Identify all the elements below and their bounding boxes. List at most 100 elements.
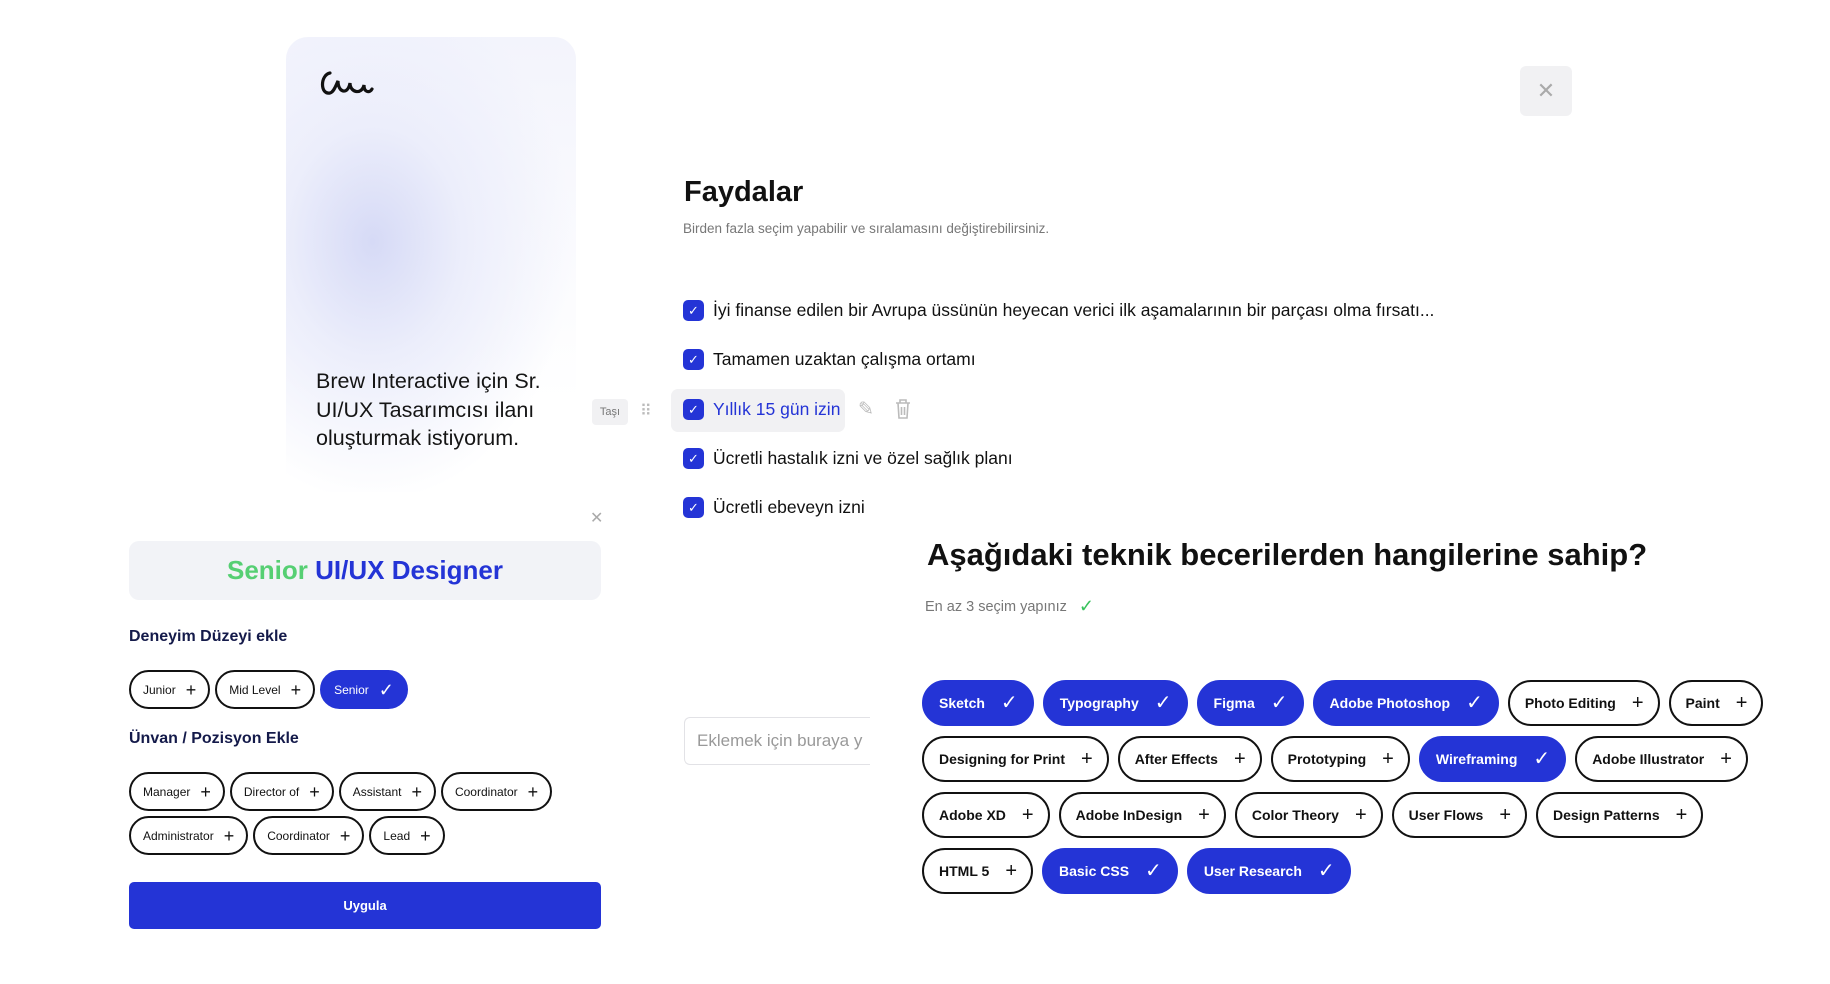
- chip-administrator[interactable]: Administrator +: [129, 816, 249, 855]
- chip-label: HTML 5: [939, 863, 990, 879]
- move-tooltip: Taşı: [592, 399, 628, 425]
- benefit-item[interactable]: ✓ Ücretli hastalık izni ve özel sağlık pl…: [683, 448, 1013, 469]
- apply-button[interactable]: Uygula: [129, 882, 601, 929]
- chip-adobe-illustrator[interactable]: Adobe Illustrator +: [1575, 736, 1748, 782]
- chip-label: Adobe XD: [939, 807, 1006, 823]
- checkbox-checked-icon[interactable]: ✓: [683, 497, 704, 518]
- chip-label: Adobe Illustrator: [1592, 751, 1705, 767]
- job-title: Senior UI/UX Designer: [129, 541, 601, 600]
- chip-adobe-photoshop[interactable]: Adobe Photoshop ✓: [1312, 680, 1499, 726]
- benefit-item[interactable]: ✓ Yıllık 15 gün izin: [683, 399, 840, 420]
- chip-assistant[interactable]: Assistant +: [338, 772, 436, 811]
- chip-label: Color Theory: [1251, 807, 1339, 823]
- chip-figma[interactable]: Figma ✓: [1196, 680, 1304, 726]
- experience-heading: Deneyim Düzeyi ekle: [129, 628, 288, 645]
- chip-label: Administrator: [143, 828, 214, 843]
- chip-label: Adobe Photoshop: [1329, 695, 1451, 711]
- plus-icon: +: [411, 781, 422, 802]
- benefit-item[interactable]: ✓ Tamamen uzaktan çalışma ortamı: [683, 349, 976, 370]
- chip-label: Designing for Print: [939, 751, 1065, 767]
- chip-label: After Effects: [1134, 751, 1218, 767]
- chip-label: Assistant: [352, 784, 402, 799]
- chip-color-theory[interactable]: Color Theory +: [1234, 792, 1383, 838]
- position-chips: Manager + Director of + Assistant + Coordinato…: [129, 772, 553, 855]
- benefit-label: Ücretli hastalık izni ve özel sağlık pla…: [713, 448, 1013, 468]
- chip-prototyping[interactable]: Prototyping +: [1270, 736, 1410, 782]
- chip-typography[interactable]: Typography ✓: [1042, 680, 1188, 726]
- skill-row: Adobe XD + Adobe InDesign + Color Theory + Use…: [922, 792, 1763, 838]
- chip-user-research[interactable]: User Research ✓: [1186, 848, 1351, 894]
- chip-designing-for-print[interactable]: Designing for Print +: [922, 736, 1109, 782]
- benefit-label: Yıllık 15 gün izin: [713, 399, 841, 419]
- chip-wireframing[interactable]: Wireframing ✓: [1418, 736, 1567, 782]
- chip-sketch[interactable]: Sketch ✓: [922, 680, 1034, 726]
- checkbox-checked-icon[interactable]: ✓: [683, 399, 704, 420]
- chip-coordinator[interactable]: Coordinator +: [253, 816, 365, 855]
- plus-icon: +: [1720, 748, 1732, 770]
- job-role: UI/UX Designer: [315, 555, 503, 585]
- checkbox-checked-icon[interactable]: ✓: [683, 300, 704, 321]
- chip-label: Coordinator: [267, 828, 330, 843]
- check-icon: ✓: [378, 679, 394, 700]
- skill-row: Sketch ✓ Typography ✓ Figma ✓ Adobe Photoshop ✓…: [922, 680, 1764, 726]
- chip-user-flows[interactable]: User Flows +: [1391, 792, 1528, 838]
- benefits-title: Faydalar: [684, 176, 804, 208]
- chip-label: Junior: [143, 682, 176, 697]
- chip-row: Manager + Director of + Assistant + Coordinato…: [129, 772, 553, 811]
- plus-icon: +: [1499, 804, 1512, 826]
- chip-label: Wireframing: [1435, 751, 1518, 767]
- chip-lead[interactable]: Lead +: [369, 816, 445, 855]
- hero-prompt-text: Brew Interactive için Sr. UI/UX Tasarımc…: [316, 369, 541, 450]
- plus-icon: +: [309, 781, 320, 802]
- chip-adobe-indesign[interactable]: Adobe InDesign +: [1058, 792, 1226, 838]
- plus-icon: +: [1233, 748, 1246, 770]
- chip-row: Administrator + Coordinator + Lead +: [129, 816, 552, 855]
- chip-mid-level[interactable]: Mid Level +: [215, 670, 316, 709]
- chip-senior[interactable]: Senior ✓: [320, 670, 408, 709]
- chip-after-effects[interactable]: After Effects +: [1117, 736, 1262, 782]
- checkbox-checked-icon[interactable]: ✓: [683, 448, 704, 469]
- chip-label: Prototyping: [1287, 751, 1367, 767]
- skills-hint: En az 3 seçim yapınız ✓: [925, 596, 1094, 617]
- plus-icon: +: [200, 781, 211, 802]
- benefit-item[interactable]: ✓ İyi finanse edilen bir Avrupa üssünün h…: [683, 300, 1434, 321]
- chip-photo-editing[interactable]: Photo Editing +: [1507, 680, 1660, 726]
- plus-icon: +: [420, 825, 431, 846]
- check-icon: ✓: [1154, 692, 1172, 714]
- plus-icon: +: [1354, 804, 1367, 826]
- add-benefit-input[interactable]: [684, 717, 870, 765]
- chip-manager[interactable]: Manager +: [129, 772, 225, 811]
- chip-basic-css[interactable]: Basic CSS ✓: [1042, 848, 1178, 894]
- chip-paint[interactable]: Paint +: [1668, 680, 1764, 726]
- close-icon: ✕: [1536, 78, 1556, 103]
- chip-design-patterns[interactable]: Design Patterns +: [1536, 792, 1704, 838]
- chip-adobe-xd[interactable]: Adobe XD +: [922, 792, 1050, 838]
- plus-icon: +: [1021, 804, 1034, 826]
- chip-label: Coordinator: [454, 784, 518, 799]
- drag-handle-icon[interactable]: ⠿: [640, 401, 652, 421]
- job-level: Senior: [227, 555, 308, 585]
- experience-chips: Junior + Mid Level + Senior ✓: [129, 670, 408, 709]
- edit-icon[interactable]: ✎: [858, 398, 874, 421]
- checkbox-checked-icon[interactable]: ✓: [683, 349, 704, 370]
- close-button[interactable]: ✕: [1520, 66, 1572, 116]
- chip-label: Sketch: [939, 695, 985, 711]
- trash-icon[interactable]: [894, 398, 912, 420]
- benefit-item[interactable]: ✓ Ücretli ebeveyn izni: [683, 497, 865, 518]
- chip-junior[interactable]: Junior +: [129, 670, 211, 709]
- chip-label: User Research: [1203, 863, 1302, 879]
- chip-coordinator[interactable]: Coordinator +: [440, 772, 553, 811]
- benefits-subtitle: Birden fazla seçim yapabilir ve sıralama…: [683, 221, 1050, 236]
- plus-icon: +: [1198, 804, 1210, 826]
- plus-icon: +: [1675, 804, 1688, 826]
- chip-label: Lead: [383, 828, 411, 843]
- chip-director-of[interactable]: Director of +: [229, 772, 334, 811]
- plus-icon: +: [1081, 748, 1093, 770]
- check-icon: ✓: [1078, 596, 1094, 616]
- skill-row: HTML 5 + Basic CSS ✓ User Research ✓: [922, 848, 1763, 894]
- chip-html-5[interactable]: HTML 5 +: [922, 848, 1033, 894]
- chip-label: Design Patterns: [1553, 807, 1660, 823]
- check-icon: ✓: [1533, 748, 1551, 770]
- close-icon[interactable]: ✕: [590, 508, 603, 528]
- plus-icon: +: [185, 679, 197, 700]
